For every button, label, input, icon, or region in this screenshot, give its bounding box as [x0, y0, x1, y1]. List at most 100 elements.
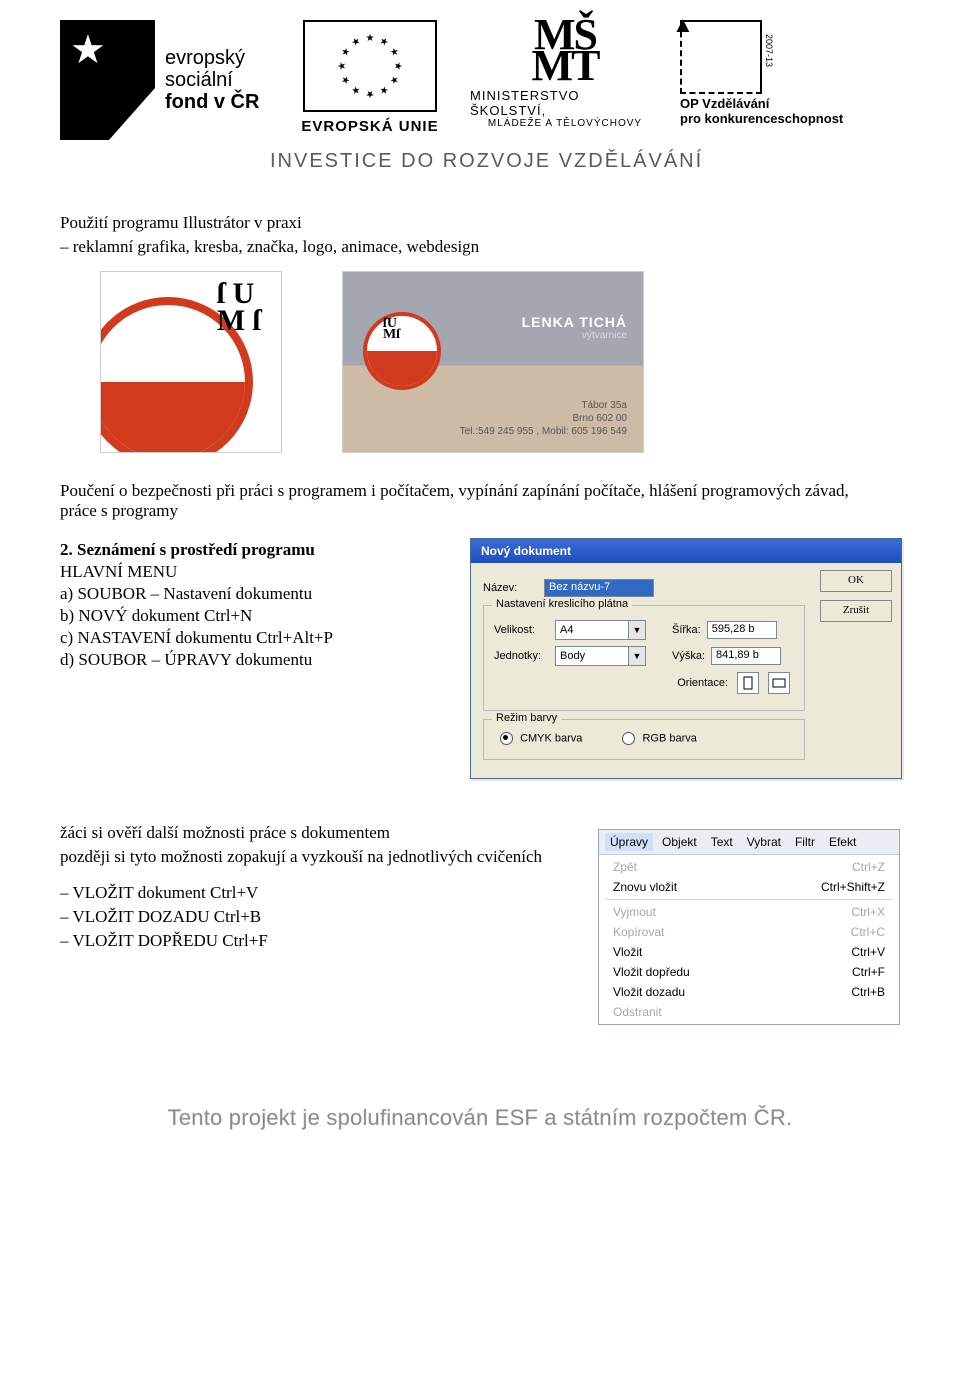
logo-esf: evropský sociální fond v ČR	[60, 20, 270, 140]
sec2-b: b) NOVÝ dokument Ctrl+N	[60, 606, 440, 626]
logo-op: ▲ 2007-13 OP Vzdělávání pro konkurencesc…	[680, 20, 860, 126]
width-input[interactable]: 595,28 b	[707, 621, 777, 639]
menu-item-shortcut: Ctrl+C	[851, 925, 885, 939]
menu-bar: ÚpravyObjektTextVybratFiltrEfekt	[599, 830, 899, 855]
footer-text: Tento projekt je spolufinancován ESF a s…	[60, 1105, 900, 1131]
card-addr2: Brno 602 00	[460, 412, 627, 425]
edit-menu-list: Zpět Ctrl+Z Znovu vložit Ctrl+Shift+Z Vyjmou…	[599, 855, 899, 1024]
size-select[interactable]: A4 ▼	[555, 620, 646, 640]
cmyk-radio[interactable]: CMYK barva	[500, 732, 582, 745]
units-label: Jednotky:	[494, 650, 549, 662]
width-label: Šířka:	[672, 624, 701, 636]
menu-item-shortcut: Ctrl+Shift+Z	[821, 880, 885, 894]
menu-item[interactable]: Vložit Ctrl+V	[599, 942, 899, 962]
radio-unchecked-icon	[622, 732, 635, 745]
msmt-line2: MLÁDEŽE A TĚLOVÝCHOVY	[488, 118, 642, 129]
artboard-legend: Nastavení kreslicího plátna	[492, 598, 632, 610]
menu-item-label: Znovu vložit	[613, 880, 677, 894]
followup-b2: – VLOŽIT DOZADU Ctrl+B	[60, 907, 558, 927]
menu-item-shortcut: Ctrl+Z	[852, 860, 885, 874]
colormode-fieldset: Režim barvy CMYK barva RGB barva	[483, 719, 805, 760]
radio-checked-icon	[500, 732, 513, 745]
menu-bar-item[interactable]: Text	[706, 833, 738, 851]
arrow-up-icon: ▲	[672, 12, 694, 38]
menu-bar-item[interactable]: Efekt	[824, 833, 861, 851]
card-name: LENKA TICHÁ	[522, 314, 627, 330]
chevron-down-icon: ▼	[628, 647, 645, 665]
sample-business-card: ſUMſ LENKA TICHÁ výtvarnice Tábor 35a Br…	[342, 271, 644, 453]
ok-button[interactable]: OK	[820, 570, 892, 592]
menu-item[interactable]: Vložit dopředu Ctrl+F	[599, 962, 899, 982]
cancel-button[interactable]: Zrušit	[820, 600, 892, 622]
units-select[interactable]: Body ▼	[555, 646, 646, 666]
menu-item: Vyjmout Ctrl+X	[599, 902, 899, 922]
followup-b3: – VLOŽIT DOPŘEDU Ctrl+F	[60, 931, 558, 951]
menu-item-label: Zpět	[613, 860, 637, 874]
menu-bar-item[interactable]: Filtr	[790, 833, 820, 851]
landscape-icon	[772, 678, 786, 688]
menu-item[interactable]: Vložit dozadu Ctrl+B	[599, 982, 899, 1002]
safety-paragraph: Poučení o bezpečnosti při práci s progra…	[60, 481, 883, 521]
chevron-down-icon: ▼	[628, 621, 645, 639]
esf-line1: evropský	[165, 47, 259, 69]
logo-eu: ★ ★ ★ ★ ★ ★ ★ ★ ★ ★ ★ ★ EVROPSKÁ UNIE	[290, 20, 450, 135]
followup-p2: později si tyto možnosti zopakují a vyzk…	[60, 847, 558, 867]
sec2-d: d) SOUBOR – ÚPRAVY dokumentu	[60, 650, 440, 670]
header-logo-row: evropský sociální fond v ČR ★ ★ ★ ★ ★ ★ …	[60, 20, 900, 140]
logo-glyphs-icon: ſ UM ſ	[217, 280, 261, 334]
menu-item-shortcut: Ctrl+X	[851, 905, 885, 919]
header-tagline: INVESTICE DO ROZVOJE VZDĚLÁVÁNÍ	[270, 150, 900, 173]
menu-item: Kopírovat Ctrl+C	[599, 922, 899, 942]
msmt-line1: MINISTERSTVO ŠKOLSTVÍ,	[470, 88, 660, 118]
menu-item-label: Vložit dopředu	[613, 965, 690, 979]
card-addr1: Tábor 35a	[460, 399, 627, 412]
new-document-dialog: Nový dokument Název: Bez názvu-7 Nastave…	[470, 538, 902, 779]
menu-bar-item[interactable]: Objekt	[657, 833, 702, 851]
orientation-landscape-button[interactable]	[768, 672, 790, 694]
orientation-label: Orientace:	[677, 677, 728, 689]
msmt-symbol-icon: MŠ MT	[532, 20, 599, 82]
menu-bar-item[interactable]: Úpravy	[605, 833, 653, 851]
name-input[interactable]: Bez názvu-7	[544, 579, 654, 597]
menu-bar-item[interactable]: Vybrat	[742, 833, 786, 851]
menu-item-label: Kopírovat	[613, 925, 664, 939]
menu-item-shortcut: Ctrl+V	[851, 945, 885, 959]
menu-item-shortcut: Ctrl+F	[852, 965, 885, 979]
menu-separator	[605, 899, 893, 900]
sample-graphics-row: ſ UM ſ ſUMſ LENKA TICHÁ výtvarnice Tábor…	[100, 271, 900, 453]
op-graphic-icon: ▲ 2007-13	[680, 20, 762, 92]
op-line1: OP Vzdělávání	[680, 96, 860, 111]
menu-item-shortcut: Ctrl+B	[851, 985, 885, 999]
intro-bullet: – reklamní grafika, kresba, značka, logo…	[60, 237, 900, 257]
eu-flag-icon: ★ ★ ★ ★ ★ ★ ★ ★ ★ ★ ★ ★	[303, 20, 437, 112]
sec2-a: a) SOUBOR – Nastavení dokumentu	[60, 584, 440, 604]
menu-item-label: Vložit dozadu	[613, 985, 685, 999]
menu-item-label: Vyjmout	[613, 905, 656, 919]
followup-b1: – VLOŽIT dokument Ctrl+V	[60, 883, 558, 903]
intro-title: Použití programu Illustrátor v praxi	[60, 213, 900, 233]
eu-label: EVROPSKÁ UNIE	[301, 118, 438, 135]
menu-item: Odstranit	[599, 1002, 899, 1022]
height-label: Výška:	[672, 650, 705, 662]
rgb-radio[interactable]: RGB barva	[622, 732, 696, 745]
menu-item: Zpět Ctrl+Z	[599, 857, 899, 877]
size-label: Velikost:	[494, 624, 549, 636]
height-input[interactable]: 841,89 b	[711, 647, 781, 665]
menu-item-label: Vložit	[613, 945, 642, 959]
dialog-title: Nový dokument	[471, 539, 901, 563]
card-tel: Tel.:549 245 955 , Mobil: 605 196 549	[460, 425, 627, 438]
menu-item[interactable]: Znovu vložit Ctrl+Shift+Z	[599, 877, 899, 897]
colormode-legend: Režim barvy	[492, 712, 561, 724]
followup-p1: žáci si ověří další možnosti práce s dok…	[60, 823, 558, 843]
name-label: Název:	[483, 582, 538, 594]
edit-menu-screenshot: ÚpravyObjektTextVybratFiltrEfekt Zpět Ctr…	[598, 829, 900, 1025]
op-line2: pro konkurenceschopnost	[680, 111, 860, 126]
esf-line3: fond v ČR	[165, 91, 259, 113]
sec2-subhead: HLAVNÍ MENU	[60, 562, 440, 582]
card-role: výtvarnice	[522, 330, 627, 341]
op-year: 2007-13	[764, 34, 774, 67]
sample-logo: ſ UM ſ	[100, 271, 282, 453]
logo-msmt: MŠ MT MINISTERSTVO ŠKOLSTVÍ, MLÁDEŽE A T…	[470, 20, 660, 129]
portrait-icon	[743, 676, 753, 690]
orientation-portrait-button[interactable]	[737, 672, 759, 694]
